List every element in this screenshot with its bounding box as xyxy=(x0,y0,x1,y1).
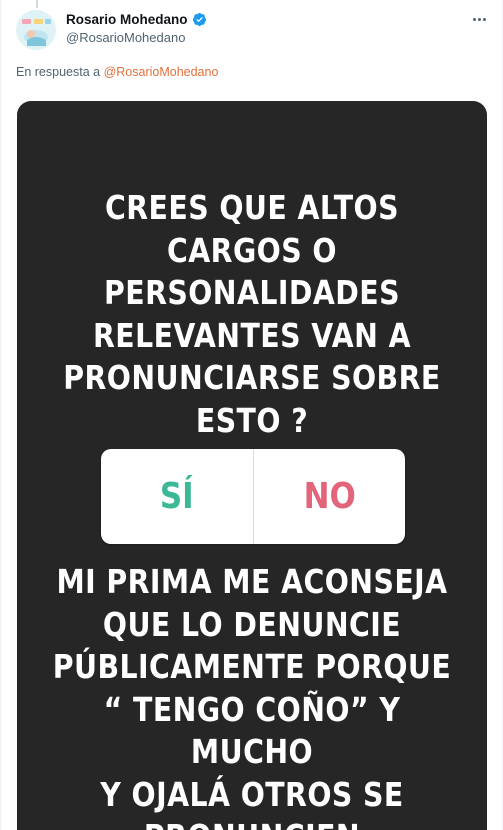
reply-context: En respuesta a @RosarioMohedano xyxy=(16,65,218,79)
answer-line: MI PRIMA ME ACONSEJA xyxy=(56,562,448,601)
poll-divider xyxy=(252,449,254,544)
story-question: CREES QUE ALTOS CARGOS O PERSONALIDADES … xyxy=(50,187,454,442)
thread-connector-line xyxy=(36,0,38,8)
question-line: CARGOS O xyxy=(167,230,337,270)
question-line: ESTO ? xyxy=(195,400,309,440)
avatar-image xyxy=(16,10,56,50)
poll-option-yes: SÍ xyxy=(159,476,194,517)
poll-sticker: SÍ NO xyxy=(101,449,405,544)
reply-mention-link[interactable]: @RosarioMohedano xyxy=(104,65,219,79)
answer-line: Y OJALÁ OTROS SE xyxy=(100,774,404,814)
more-options-icon[interactable] xyxy=(469,12,489,26)
answer-line: “ TENGO COÑO” Y MUCHO xyxy=(103,689,401,772)
question-line: RELEVANTES VAN A xyxy=(92,315,412,355)
avatar[interactable] xyxy=(16,10,56,50)
reply-prefix: En respuesta a xyxy=(16,65,101,79)
question-line: CREES QUE ALTOS xyxy=(105,188,399,227)
answer-line: PÚBLICAMENTE PORQUE xyxy=(52,647,452,686)
answer-line: QUE LO DENUNCIE xyxy=(102,604,402,644)
verified-badge-icon xyxy=(192,12,207,27)
question-line: PERSONALIDADES xyxy=(104,273,400,312)
story-answer: MI PRIMA ME ACONSEJA QUE LO DENUNCIE PÚB… xyxy=(50,561,454,830)
timeline-border-left xyxy=(0,0,1,830)
user-handle[interactable]: @RosarioMohedano xyxy=(66,30,185,45)
display-name[interactable]: Rosario Mohedano xyxy=(66,12,188,27)
answer-line: PRONUNCIEN xyxy=(50,816,454,830)
story-image[interactable]: CREES QUE ALTOS CARGOS O PERSONALIDADES … xyxy=(17,101,487,830)
poll-option-no: NO xyxy=(303,476,356,517)
question-line: PRONUNCIARSE SOBRE xyxy=(63,358,441,397)
